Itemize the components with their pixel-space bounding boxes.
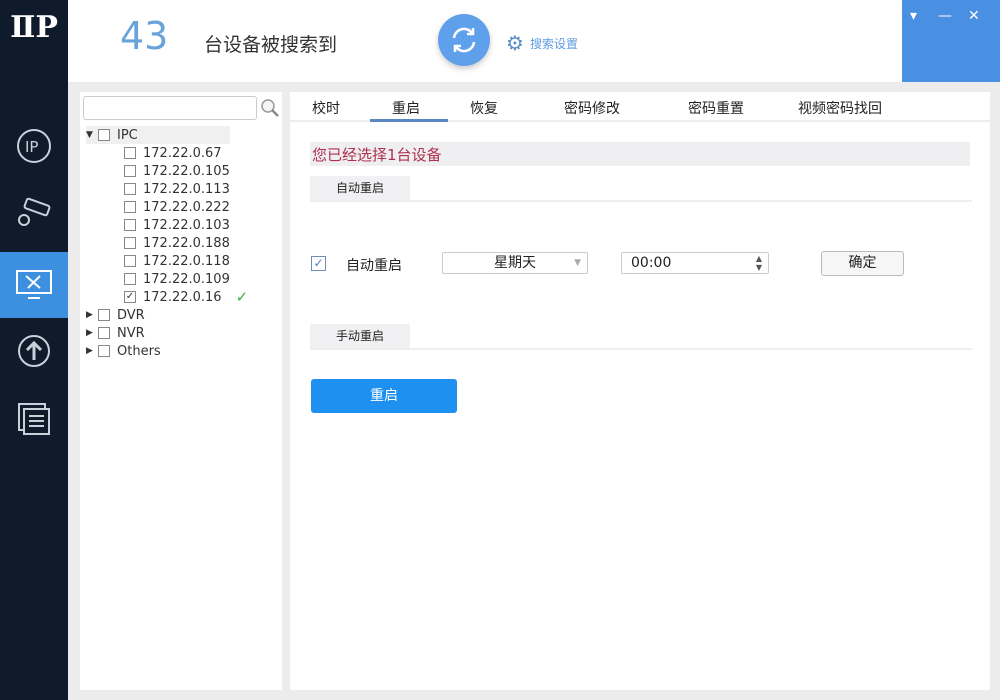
confirm-button[interactable]: 确定 <box>821 251 904 276</box>
device-count: 43 <box>120 14 169 58</box>
auto-reboot-section: 自动重启 <box>310 176 972 202</box>
tools-monitor-icon <box>16 270 52 299</box>
tree-device-item[interactable]: 172.22.0.103 <box>124 216 230 234</box>
group-label: Others <box>117 343 161 359</box>
tab-reboot[interactable]: 重启 <box>392 98 420 118</box>
checkbox[interactable] <box>124 273 136 285</box>
device-ip: 172.22.0.103 <box>143 217 230 233</box>
spinner-icon[interactable]: ▲ ▼ <box>756 254 762 272</box>
window-controls: ▾ — ✕ <box>902 0 1000 82</box>
sidebar-item-maintenance[interactable] <box>0 252 68 318</box>
header: 43 台设备被搜索到 ⚙ 搜索设置 <box>68 0 1000 82</box>
svg-text:IP: IP <box>25 138 38 156</box>
group-label: IPC <box>117 127 138 143</box>
tree-device-item[interactable]: 172.22.0.105 <box>124 162 230 180</box>
chevron-down-icon: ▼ <box>574 258 581 268</box>
search-settings-link[interactable]: ⚙ 搜索设置 <box>506 31 578 55</box>
document-list-icon <box>18 403 50 435</box>
sidebar-item-device-list[interactable] <box>0 386 68 452</box>
device-count-label: 台设备被搜索到 <box>204 34 338 56</box>
device-ip: 172.22.0.109 <box>143 271 230 287</box>
tree-device-item[interactable]: 172.22.0.109 <box>124 270 230 288</box>
device-ip: 172.22.0.113 <box>143 181 230 197</box>
checkbox[interactable] <box>124 219 136 231</box>
time-value: 00:00 <box>631 255 672 271</box>
active-tab-indicator <box>370 119 448 122</box>
expand-right-icon[interactable]: ▶ <box>86 346 98 356</box>
gear-icon: ⚙ <box>506 31 524 55</box>
checkbox[interactable] <box>124 201 136 213</box>
checkbox[interactable] <box>124 165 136 177</box>
checkbox[interactable] <box>98 309 110 321</box>
group-label: DVR <box>117 307 145 323</box>
tab-password-change[interactable]: 密码修改 <box>564 98 620 118</box>
checkbox[interactable] <box>124 237 136 249</box>
tab-password-reset[interactable]: 密码重置 <box>688 98 744 118</box>
section-title: 手动重启 <box>310 324 410 348</box>
section-title: 自动重启 <box>310 176 410 200</box>
checkbox[interactable] <box>98 129 110 141</box>
day-value: 星期天 <box>494 255 536 271</box>
tree-device-item[interactable]: 172.22.0.67 <box>124 144 222 162</box>
tree-device-item[interactable]: ✓ 172.22.0.16 ✓ <box>124 288 248 306</box>
tree-group[interactable]: ▶ Others <box>86 342 161 360</box>
device-ip: 172.22.0.188 <box>143 235 230 251</box>
expand-down-icon[interactable]: ▼ <box>86 130 98 140</box>
checkbox[interactable] <box>98 345 110 357</box>
tree-device-item[interactable]: 172.22.0.113 <box>124 180 230 198</box>
time-input[interactable]: 00:00 ▲ ▼ <box>621 252 769 274</box>
tab-video-password-recovery[interactable]: 视频密码找回 <box>798 98 882 118</box>
checkbox[interactable] <box>124 255 136 267</box>
checkbox[interactable] <box>124 147 136 159</box>
camera-gear-icon <box>18 197 51 226</box>
selection-info: 您已经选择1台设备 <box>310 142 970 166</box>
close-button[interactable]: ✕ <box>968 8 980 24</box>
sidebar-item-ip-config[interactable]: IP <box>0 113 68 179</box>
expand-right-icon[interactable]: ▶ <box>86 310 98 320</box>
ip-icon: IP <box>17 129 51 163</box>
device-ip: 172.22.0.16 <box>143 289 222 305</box>
refresh-icon <box>452 27 476 53</box>
tree-group[interactable]: ▶ NVR <box>86 324 145 342</box>
menu-dropdown-icon[interactable]: ▾ <box>910 8 917 24</box>
sidebar: ⅡP IP <box>0 0 68 700</box>
search-settings-label: 搜索设置 <box>529 36 578 51</box>
tab-restore[interactable]: 恢复 <box>470 98 498 118</box>
device-search-input[interactable] <box>83 96 257 120</box>
checkbox[interactable] <box>98 327 110 339</box>
tab-time-sync[interactable]: 校时 <box>312 98 340 118</box>
checkbox[interactable]: ✓ <box>124 291 136 303</box>
device-ip: 172.22.0.105 <box>143 163 230 179</box>
tree-device-item[interactable]: 172.22.0.188 <box>124 234 230 252</box>
group-label: NVR <box>117 325 145 341</box>
device-ip: 172.22.0.67 <box>143 145 222 161</box>
device-ip: 172.22.0.222 <box>143 199 230 215</box>
tree-device-item[interactable]: 172.22.0.118 <box>124 252 230 270</box>
auto-reboot-label: 自动重启 <box>346 258 402 274</box>
search-icon[interactable] <box>261 99 279 117</box>
app-logo: ⅡP <box>10 10 58 45</box>
sidebar-item-camera-settings[interactable] <box>0 180 68 246</box>
tree-group[interactable]: ▶ DVR <box>86 306 145 324</box>
device-tree-panel: ▼ IPC 172.22.0.67 172.22.0.105 172.22.0.113 1… <box>80 92 282 690</box>
device-ip: 172.22.0.118 <box>143 253 230 269</box>
day-select[interactable]: 星期天 ▼ <box>442 252 588 274</box>
check-mark-icon: ✓ <box>235 288 249 306</box>
auto-reboot-checkbox[interactable]: ✓ <box>311 256 326 271</box>
sidebar-item-upgrade[interactable] <box>0 318 68 384</box>
main-panel: 校时 重启 恢复 密码修改 密码重置 视频密码找回 您已经选择1台设备 自动重启… <box>290 92 990 690</box>
tree-device-item[interactable]: 172.22.0.222 <box>124 198 230 216</box>
upgrade-icon <box>18 335 50 367</box>
tree-group[interactable]: ▼ IPC <box>86 126 230 144</box>
refresh-search-button[interactable] <box>438 14 490 66</box>
minimize-button[interactable]: — <box>938 8 952 24</box>
tab-bar: 校时 重启 恢复 密码修改 密码重置 视频密码找回 <box>290 92 990 122</box>
reboot-button[interactable]: 重启 <box>311 379 457 413</box>
checkbox[interactable] <box>124 183 136 195</box>
manual-reboot-section: 手动重启 <box>310 324 972 350</box>
expand-right-icon[interactable]: ▶ <box>86 328 98 338</box>
